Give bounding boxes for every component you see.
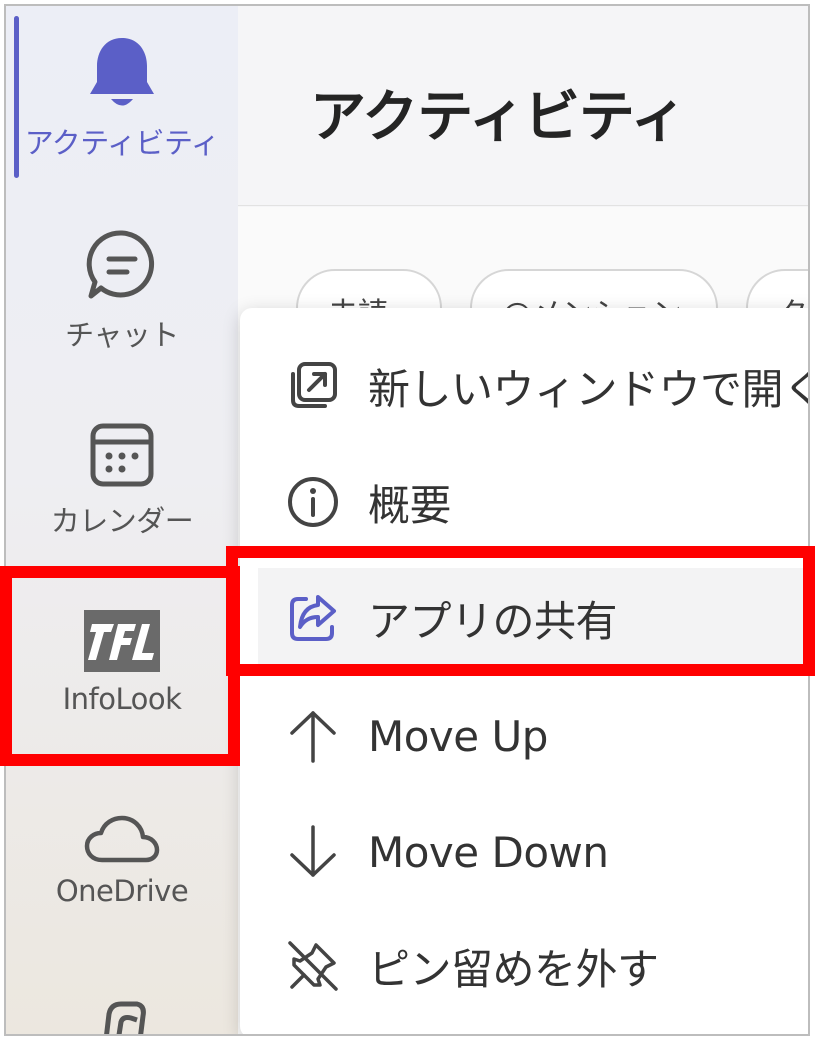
menu-item-about[interactable]: 概要	[240, 452, 808, 552]
bell-icon	[90, 38, 154, 106]
arrow-up-icon	[284, 707, 342, 765]
info-icon	[284, 473, 342, 531]
rail-item-calendar[interactable]: カレンダー	[6, 422, 238, 540]
rail-item-label: OneDrive	[55, 874, 189, 908]
highlight-box-infolook	[0, 566, 240, 766]
menu-item-move-up[interactable]: Move Up	[240, 686, 808, 786]
unpin-icon	[284, 937, 342, 995]
menu-item-unpin[interactable]: ピン留めを外す	[240, 916, 808, 1016]
rail-item-activity[interactable]: アクティビティ	[6, 34, 238, 162]
cloud-icon	[84, 815, 160, 863]
page-header: アクティビティ	[238, 6, 808, 206]
open-window-icon	[284, 357, 342, 415]
rail-item-apps[interactable]	[6, 1000, 238, 1034]
menu-item-open-new-window[interactable]: 新しいウィンドウで開く	[240, 336, 810, 436]
menu-item-move-down[interactable]: Move Down	[240, 802, 808, 902]
rail-item-onedrive[interactable]: OneDrive	[6, 814, 238, 908]
rail-item-chat[interactable]: チャット	[6, 228, 238, 354]
app-window: アクティビティ チャット カレンダー InfoLook OneDrive アクテ…	[4, 4, 810, 1036]
rail-item-label: アクティビティ	[24, 126, 220, 160]
highlight-box-share-app	[226, 546, 815, 676]
menu-item-label: Move Up	[368, 711, 548, 761]
chat-icon	[86, 230, 155, 299]
arrow-down-icon	[284, 823, 342, 881]
menu-item-label: 概要	[368, 480, 452, 530]
calendar-icon	[90, 423, 154, 487]
menu-item-label: 新しいウィンドウで開く	[368, 364, 810, 414]
page-title: アクティビティ	[310, 85, 686, 150]
app-rail: アクティビティ チャット カレンダー InfoLook OneDrive	[6, 6, 238, 1034]
menu-item-label: ピン留めを外す	[368, 944, 659, 994]
rail-item-label: チャット	[65, 318, 179, 352]
menu-item-label: Move Down	[368, 827, 609, 877]
rail-item-label: カレンダー	[50, 504, 194, 538]
apps-icon	[104, 1001, 146, 1034]
